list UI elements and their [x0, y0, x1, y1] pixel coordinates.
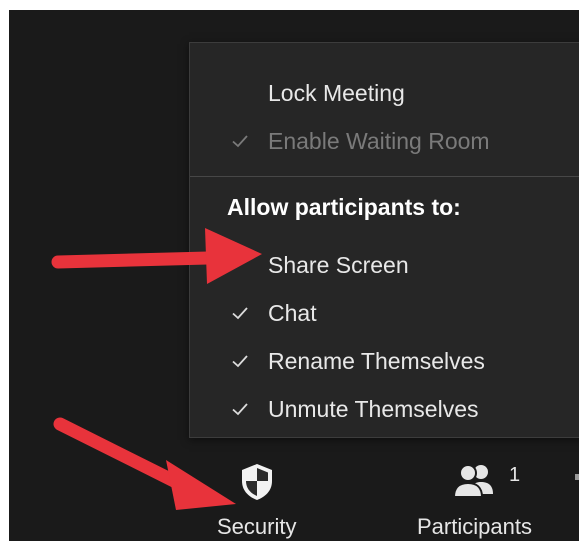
security-label: Security [217, 514, 297, 539]
unmute-themselves-label: Unmute Themselves [268, 395, 479, 422]
share-screen-label: Share Screen [268, 251, 409, 278]
lock-meeting-label: Lock Meeting [268, 79, 405, 106]
participants-label: Participants [417, 514, 532, 539]
rename-themselves-item[interactable]: Rename Themselves [190, 341, 579, 381]
checkmark-icon [228, 349, 252, 373]
enable-waiting-room-item[interactable]: Enable Waiting Room [190, 121, 579, 161]
participants-icon [446, 462, 502, 502]
rename-themselves-label: Rename Themselves [268, 347, 485, 374]
chat-item[interactable]: Chat [190, 293, 579, 333]
shield-icon [239, 462, 275, 502]
enable-waiting-room-label: Enable Waiting Room [268, 127, 490, 154]
participant-count-badge: 1 [509, 464, 521, 486]
security-button[interactable]: Security [217, 462, 296, 540]
chat-label: Chat [268, 299, 317, 326]
checkmark-icon [228, 301, 252, 325]
checkmark-icon [228, 397, 252, 421]
meeting-window: Lock Meeting Enable Waiting Room Allow p… [9, 10, 579, 541]
menu-divider [190, 176, 579, 177]
allow-participants-heading: Allow participants to: [227, 194, 461, 220]
security-menu: Lock Meeting Enable Waiting Room Allow p… [189, 42, 579, 438]
toolbar-overflow-indicator [575, 474, 579, 480]
share-screen-item[interactable]: Share Screen [190, 245, 579, 285]
lock-meeting-item[interactable]: Lock Meeting [190, 73, 579, 113]
checkmark-icon [228, 129, 252, 153]
unmute-themselves-item[interactable]: Unmute Themselves [190, 389, 579, 429]
